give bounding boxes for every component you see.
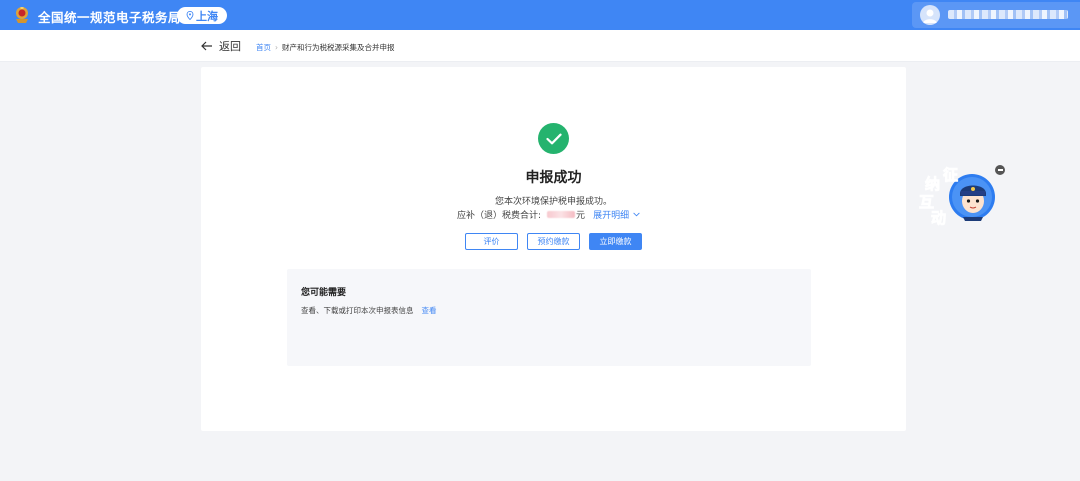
amount-label: 应补（退）税费合计: xyxy=(457,211,542,221)
interaction-widget[interactable]: 征 纳 互 动 xyxy=(915,163,1005,229)
result-title: 申报成功 xyxy=(525,170,582,186)
region-label: 上海 xyxy=(196,9,218,23)
site-title[interactable]: 全国统一规范电子税务局 xyxy=(38,7,181,26)
success-check-icon xyxy=(538,123,569,154)
suggestion-item: 查看、下载或打印本次申报表信息 查看 xyxy=(301,305,437,316)
evaluate-button[interactable]: 评价 xyxy=(465,233,518,250)
result-description: 您本次环境保护税申报成功。 xyxy=(494,197,612,207)
schedule-payment-button[interactable]: 预约缴款 xyxy=(527,233,580,250)
widget-char-1: 纳 xyxy=(925,175,940,193)
arrow-left-icon xyxy=(201,41,212,51)
amount-value-blurred xyxy=(547,211,576,218)
suggestion-title: 您可能需要 xyxy=(301,288,347,298)
amount-line: 应补（退）税费合计: 元 展开明细 xyxy=(457,208,640,221)
expand-details-label: 展开明细 xyxy=(593,211,630,221)
suggestion-panel: 您可能需要 查看、下载或打印本次申报表信息 查看 xyxy=(287,269,811,366)
breadcrumb-separator-icon: › xyxy=(275,43,278,52)
result-card: 申报成功 您本次环境保护税申报成功。 应补（退）税费合计: 元 展开明细 评价 … xyxy=(201,67,906,431)
action-buttons: 评价 预约缴款 立即缴款 xyxy=(465,233,642,250)
amount-unit: 元 xyxy=(576,211,586,221)
user-name-blurred xyxy=(948,10,1068,19)
widget-char-3: 动 xyxy=(931,209,946,227)
back-label: 返回 xyxy=(219,40,241,53)
breadcrumb-home[interactable]: 首页 xyxy=(256,42,271,53)
location-pin-icon xyxy=(186,11,194,20)
sub-header: 返回 首页 › 财产和行为税税源采集及合并申报 xyxy=(0,30,1080,62)
tax-assistant-mascot-icon: 征 纳 互 动 xyxy=(919,166,995,227)
breadcrumb: 首页 › 财产和行为税税源采集及合并申报 xyxy=(256,42,395,53)
breadcrumb-current: 财产和行为税税源采集及合并申报 xyxy=(282,43,395,52)
suggestion-item-text: 查看、下载或打印本次申报表信息 xyxy=(301,306,414,315)
chevron-down-icon xyxy=(633,212,640,217)
widget-char-0: 征 xyxy=(943,166,958,184)
user-menu[interactable] xyxy=(912,2,1080,28)
view-report-link[interactable]: 查看 xyxy=(422,306,437,315)
pay-now-button[interactable]: 立即缴款 xyxy=(589,233,642,250)
tax-emblem-icon xyxy=(16,7,28,23)
user-avatar-icon xyxy=(920,5,940,25)
minus-circle-icon[interactable] xyxy=(995,165,1005,175)
region-selector[interactable]: 上海 xyxy=(177,7,227,24)
expand-details-link[interactable]: 展开明细 xyxy=(593,208,640,221)
back-button[interactable]: 返回 xyxy=(201,38,241,54)
top-bar: 全国统一规范电子税务局 上海 xyxy=(0,0,1080,30)
